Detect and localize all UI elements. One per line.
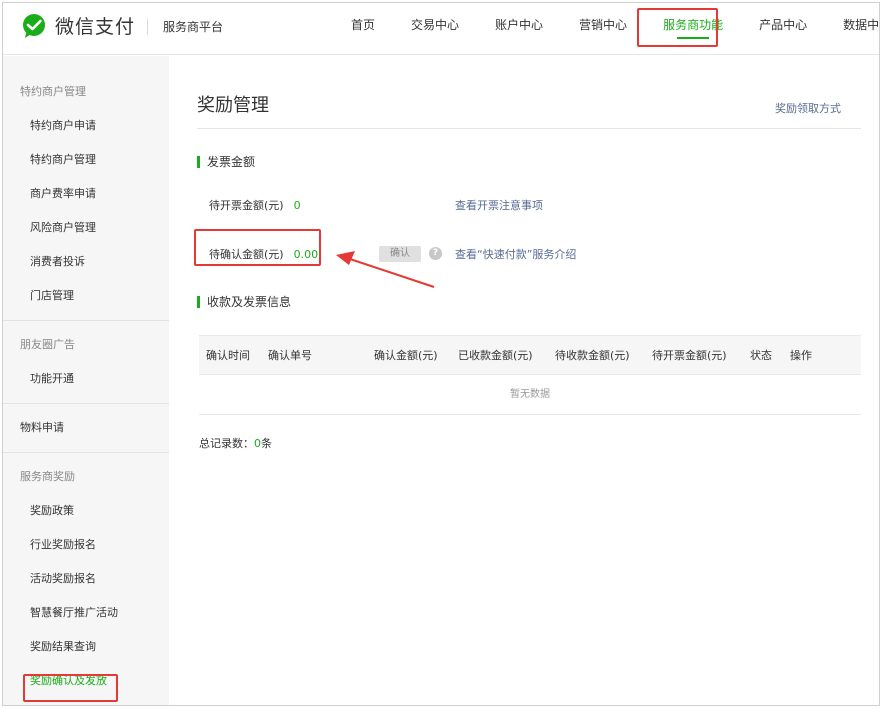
annotation-arrow [336, 251, 435, 288]
app-window: 微信支付 服务商平台 首页 交易中心 账户中心 营销中心 服务商功能 产品中心 … [2, 2, 880, 706]
